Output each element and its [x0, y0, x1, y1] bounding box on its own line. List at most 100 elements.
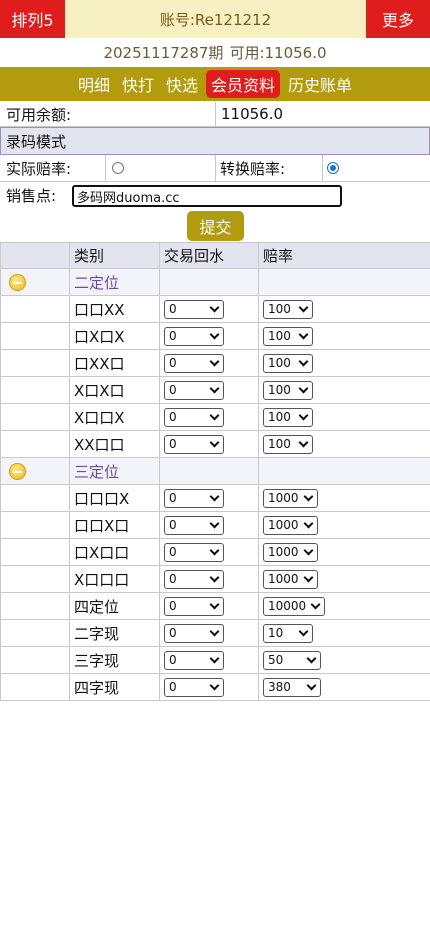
- chevron-down-icon: [298, 356, 309, 366]
- table-row: X口X口 0 100: [1, 377, 430, 404]
- chevron-down-icon: [209, 572, 220, 582]
- rebate-select[interactable]: 0: [164, 407, 224, 427]
- available-amount: 可用:11056.0: [229, 43, 327, 62]
- nav-quick-select[interactable]: 快选: [162, 70, 202, 98]
- table-row: X口口X 0 100: [1, 404, 430, 431]
- lottery-select-button[interactable]: 排列5: [0, 0, 65, 38]
- odds-select[interactable]: 100: [263, 353, 313, 373]
- rebate-select[interactable]: 0: [164, 623, 224, 643]
- account-label: 账号:Re121212: [159, 10, 272, 29]
- chevron-down-icon: [209, 437, 220, 447]
- entry-mode-header: 录码模式: [0, 127, 430, 155]
- rebate-select[interactable]: 0: [164, 650, 224, 670]
- odds-select[interactable]: 100: [263, 380, 313, 400]
- odds-select[interactable]: 1000: [263, 488, 318, 508]
- header-rebate: 交易回水: [160, 243, 259, 268]
- rebate-select[interactable]: 0: [164, 353, 224, 373]
- chevron-down-icon: [298, 410, 309, 420]
- table-row: 四字现 0 380: [1, 674, 430, 701]
- collapse-icon[interactable]: [9, 273, 26, 291]
- issue-number: 20251117287期: [103, 43, 224, 62]
- table-row: 口X口口 0 1000: [1, 539, 430, 566]
- chevron-down-icon: [298, 383, 309, 393]
- more-button[interactable]: 更多: [366, 0, 430, 38]
- nav-member-info[interactable]: 会员资料: [206, 70, 281, 98]
- chevron-down-icon: [209, 329, 220, 339]
- chevron-down-icon: [298, 329, 309, 339]
- sale-point-input[interactable]: 多码网duoma.cc: [72, 185, 342, 207]
- odds-select[interactable]: 1000: [263, 515, 318, 535]
- category-cell: 口口XX: [70, 296, 160, 322]
- group-title: 三定位: [70, 458, 160, 484]
- category-cell: 四字现: [70, 674, 160, 700]
- convert-odds-radio[interactable]: [327, 162, 339, 174]
- chevron-down-icon: [209, 626, 220, 636]
- table-row: 口口X口 0 1000: [1, 512, 430, 539]
- chevron-down-icon: [298, 302, 309, 312]
- header-category: 类别: [70, 243, 160, 268]
- table-row: 二字现 0 10: [1, 620, 430, 647]
- rebate-select[interactable]: 0: [164, 434, 224, 454]
- entry-mode-title: 录码模式: [6, 132, 67, 151]
- convert-odds-label: 转换赔率:: [220, 159, 286, 178]
- nav-quick-play[interactable]: 快打: [118, 70, 158, 98]
- odds-select[interactable]: 100: [263, 407, 313, 427]
- rebate-select[interactable]: 0: [164, 569, 224, 589]
- nav-detail[interactable]: 明细: [74, 70, 114, 98]
- chevron-down-icon: [209, 545, 220, 555]
- rebate-select[interactable]: 0: [164, 326, 224, 346]
- chevron-down-icon: [209, 410, 220, 420]
- chevron-down-icon: [209, 653, 220, 663]
- odds-select[interactable]: 1000: [263, 542, 318, 562]
- table-row: XX口口 0 100: [1, 431, 430, 458]
- odds-select[interactable]: 1000: [263, 569, 318, 589]
- table-row: 口X口X 0 100: [1, 323, 430, 350]
- chevron-down-icon: [306, 653, 317, 663]
- table-row: X口口口 0 1000: [1, 566, 430, 593]
- chevron-down-icon: [303, 518, 314, 528]
- category-cell: 口XX口: [70, 350, 160, 376]
- odds-select[interactable]: 100: [263, 434, 313, 454]
- rebate-select[interactable]: 0: [164, 515, 224, 535]
- rebate-select[interactable]: 0: [164, 299, 224, 319]
- header-blank: [1, 243, 70, 268]
- rebate-select[interactable]: 0: [164, 488, 224, 508]
- category-cell: X口口口: [70, 566, 160, 592]
- table-header: 类别 交易回水 赔率: [1, 242, 430, 269]
- sale-point-row: 销售点: 多码网duoma.cc: [0, 182, 430, 209]
- chevron-down-icon: [209, 518, 220, 528]
- nav-history-bill[interactable]: 历史账单: [284, 70, 356, 98]
- category-cell: X口X口: [70, 377, 160, 403]
- odds-select[interactable]: 380: [263, 677, 321, 697]
- chevron-down-icon: [209, 356, 220, 366]
- chevron-down-icon: [209, 302, 220, 312]
- rebate-select[interactable]: 0: [164, 596, 224, 616]
- header-odds: 赔率: [259, 243, 430, 268]
- category-cell: 口X口口: [70, 539, 160, 565]
- odds-select[interactable]: 50: [263, 650, 321, 670]
- chevron-down-icon: [303, 491, 314, 501]
- rebate-select[interactable]: 0: [164, 677, 224, 697]
- rebate-select[interactable]: 0: [164, 542, 224, 562]
- group-title: 二定位: [70, 269, 160, 295]
- chevron-down-icon: [298, 626, 309, 636]
- rebate-select[interactable]: 0: [164, 380, 224, 400]
- chevron-down-icon: [303, 545, 314, 555]
- sale-point-label: 销售点:: [6, 187, 57, 205]
- odds-select[interactable]: 100: [263, 299, 313, 319]
- chevron-down-icon: [209, 383, 220, 393]
- table-row: 三字现 0 50: [1, 647, 430, 674]
- actual-odds-radio[interactable]: [112, 162, 124, 174]
- category-cell: 口口X口: [70, 512, 160, 538]
- actual-odds-label: 实际赔率:: [6, 159, 72, 178]
- odds-select[interactable]: 100: [263, 326, 313, 346]
- category-cell: X口口X: [70, 404, 160, 430]
- category-cell: 口X口X: [70, 323, 160, 349]
- submit-button[interactable]: 提交: [187, 211, 244, 241]
- collapse-icon[interactable]: [9, 462, 26, 480]
- odds-table: 类别 交易回水 赔率 二定位 口口XX 0 100 口X口X 0 100 口XX…: [0, 242, 430, 701]
- odds-select[interactable]: 10000: [263, 596, 325, 616]
- odds-select[interactable]: 10: [263, 623, 313, 643]
- chevron-down-icon: [298, 437, 309, 447]
- group-row: 二定位: [1, 269, 430, 296]
